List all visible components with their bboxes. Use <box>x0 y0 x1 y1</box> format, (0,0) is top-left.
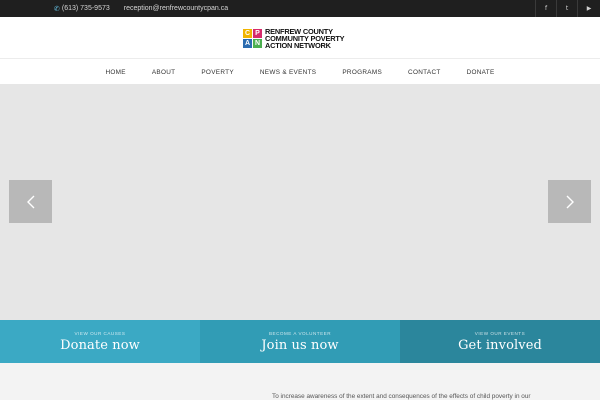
logo-line-3: ACTION NETWORK <box>265 40 331 50</box>
intro-text: To increase awareness of the extent and … <box>272 393 531 400</box>
site-logo[interactable]: C P A N RENFREW COUNTY COMMUNITY POVERTY… <box>243 27 345 50</box>
youtube-icon[interactable]: ▶ <box>578 0 600 17</box>
slider-next-button[interactable] <box>548 180 591 223</box>
phone-link[interactable]: ✆ (613) 735-9573 <box>54 5 110 13</box>
cta-get-involved[interactable]: VIEW OUR EVENTS Get involved <box>400 320 600 363</box>
contact-info: ✆ (613) 735-9573 reception@renfrewcounty… <box>54 0 228 17</box>
nav-about[interactable]: ABOUT <box>139 69 189 76</box>
cta-bar: VIEW OUR CAUSES Donate now BECOME A VOLU… <box>0 320 600 363</box>
logo-text: RENFREW COUNTY COMMUNITY POVERTY ACTION … <box>265 27 345 50</box>
main-nav: HOME ABOUT POVERTY NEWS & EVENTS PROGRAM… <box>0 60 600 84</box>
cta-headline: Donate now <box>60 337 140 353</box>
nav-programs[interactable]: PROGRAMS <box>329 69 395 76</box>
cta-kicker: VIEW OUR CAUSES <box>74 330 126 336</box>
slider-prev-button[interactable] <box>9 180 52 223</box>
logo-letter-n: N <box>253 38 262 48</box>
chevron-right-icon <box>566 195 574 208</box>
nav-home[interactable]: HOME <box>92 69 138 76</box>
cta-join[interactable]: BECOME A VOLUNTEER Join us now <box>200 320 400 363</box>
logo-letter-c: C <box>243 28 252 38</box>
hero-slider <box>0 84 600 320</box>
logo-letter-a: A <box>243 38 252 48</box>
logo-letter-p: P <box>253 28 262 38</box>
twitter-icon[interactable]: t <box>557 0 578 17</box>
cta-kicker: BECOME A VOLUNTEER <box>268 330 332 336</box>
phone-number: (613) 735-9573 <box>61 5 110 12</box>
intro-section: To increase awareness of the extent and … <box>0 363 600 400</box>
chevron-left-icon <box>26 195 34 208</box>
cta-headline: Get involved <box>458 337 542 353</box>
site-header: C P A N RENFREW COUNTY COMMUNITY POVERTY… <box>0 17 600 59</box>
cta-headline: Join us now <box>261 337 339 353</box>
email-link[interactable]: reception@renfrewcountycpan.ca <box>124 5 228 12</box>
nav-contact[interactable]: CONTACT <box>395 69 454 76</box>
cta-kicker: VIEW OUR EVENTS <box>474 330 526 336</box>
cta-donate[interactable]: VIEW OUR CAUSES Donate now <box>0 320 200 363</box>
top-bar: ✆ (613) 735-9573 reception@renfrewcounty… <box>0 0 600 17</box>
logo-mark: C P A N <box>243 28 262 48</box>
nav-poverty[interactable]: POVERTY <box>188 69 247 76</box>
nav-donate[interactable]: DONATE <box>454 69 508 76</box>
social-links: f t ▶ <box>535 0 600 17</box>
phone-icon: ✆ <box>54 4 60 13</box>
nav-news-events[interactable]: NEWS & EVENTS <box>247 69 329 76</box>
facebook-icon[interactable]: f <box>536 0 557 17</box>
